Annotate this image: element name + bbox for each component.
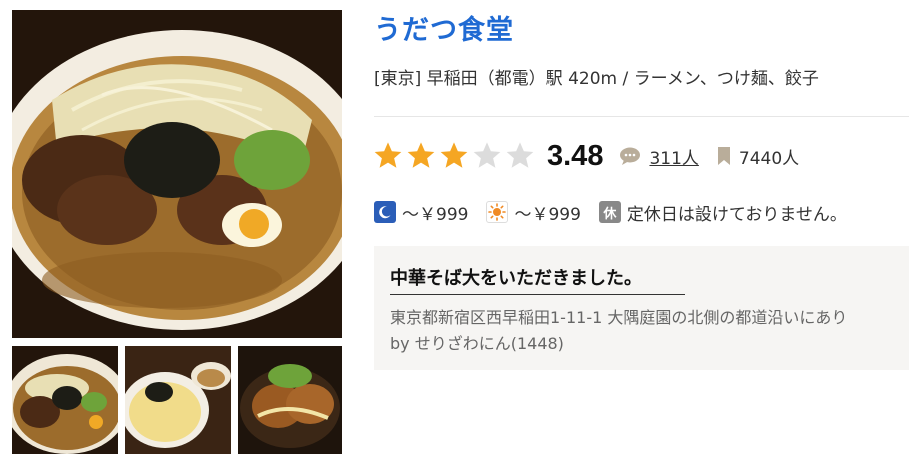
review-title-underline — [390, 294, 685, 295]
speech-bubble-icon — [620, 147, 641, 165]
star-empty-icon — [506, 142, 534, 168]
rating-score: 3.48 — [547, 139, 604, 172]
star-filled-icon — [407, 142, 435, 168]
regular-holiday: 休 定休日は設けておりません。 — [598, 200, 847, 225]
review-title[interactable]: 中華そば大をいただきました。 — [390, 264, 642, 290]
sun-icon — [486, 201, 509, 223]
review-count[interactable]: 311人 — [619, 144, 699, 169]
star-filled-icon — [374, 142, 402, 168]
thumbnail-photo-3[interactable] — [238, 346, 342, 454]
shop-area-genre: [東京] 早稲田（都電）駅 420m / ラーメン、つけ麺、餃子 — [374, 69, 819, 89]
rating-stars — [372, 140, 537, 172]
moon-icon — [374, 201, 396, 223]
review-snippet: 東京都新宿区西早稲田1-11-1 大隅庭園の北側の都道沿いにあり — [390, 308, 848, 327]
star-filled-icon — [440, 142, 468, 168]
main-ramen-photo[interactable] — [12, 10, 342, 338]
review-by-label: by — [390, 334, 410, 353]
holiday-text: 定休日は設けておりません。 — [626, 204, 847, 225]
review-card[interactable]: 中華そば大をいただきました。 東京都新宿区西早稲田1-11-1 大隅庭園の北側の… — [374, 246, 909, 370]
thumbnail-photo-2[interactable] — [125, 346, 231, 454]
saved-count-text: 7440人 — [738, 148, 800, 169]
bookmark-icon — [717, 147, 730, 165]
dinner-price: ～￥999 — [374, 200, 468, 225]
shop-name-link[interactable]: うだつ食堂 — [374, 8, 514, 47]
star-empty-icon — [473, 142, 501, 168]
price-row: ～￥999 ～￥999 休 定休日は設けておりません。 — [374, 198, 865, 226]
rating-row: 3.48 311人 7440人 — [372, 136, 799, 176]
divider — [374, 116, 909, 117]
closed-day-badge: 休 — [598, 201, 621, 223]
thumbnail-photo-1[interactable] — [12, 346, 118, 454]
dinner-price-text: ～￥999 — [402, 204, 469, 225]
review-author-name[interactable]: せりざわにん(1448) — [415, 334, 564, 353]
lunch-price: ～￥999 — [486, 200, 581, 225]
review-count-link[interactable]: 311人 — [649, 144, 698, 169]
lunch-price-text: ～￥999 — [514, 204, 581, 225]
review-author: by せりざわにん(1448) — [390, 330, 564, 354]
saved-count: 7440人 — [717, 144, 799, 169]
